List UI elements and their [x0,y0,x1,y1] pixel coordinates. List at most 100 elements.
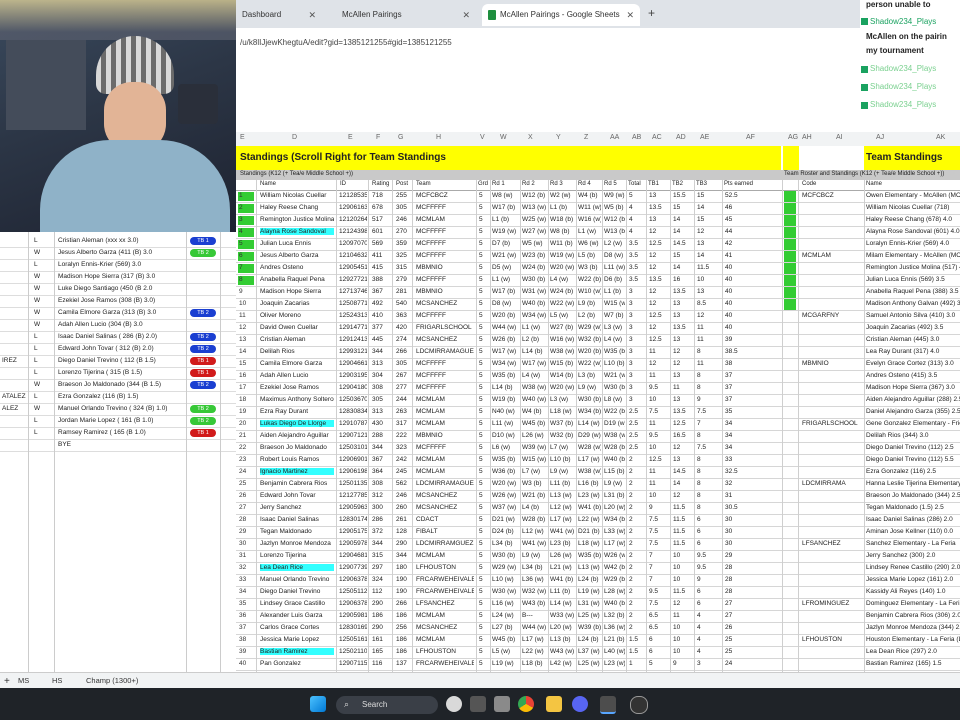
cell-tot[interactable]: 2 [629,588,645,595]
cell-t1[interactable]: 12 [649,264,669,271]
cell-team[interactable]: MCMLAM [416,408,474,415]
cell-n[interactable]: 25 [239,480,255,487]
cell-t1[interactable]: 12 [649,228,669,235]
cell-t2[interactable]: 10 [673,648,693,655]
cell-tot[interactable]: 2 [629,540,645,547]
cell-team[interactable]: FIBALT [416,528,474,535]
cell-team[interactable]: MCFFFFF [416,384,474,391]
cell-r2[interactable]: L7 (w) [522,468,547,475]
cell-n[interactable]: 35 [239,600,255,607]
cell-ps[interactable]: 359 [396,240,410,247]
cell-name[interactable]: Pan Gonzalez [260,660,334,667]
cell-t2[interactable]: 13.5 [673,288,693,295]
cell-r1[interactable]: W19 (b) [492,396,519,403]
cell-t1[interactable]: 7.5 [649,516,669,523]
list-item[interactable]: L Jordan Marie Lopez ( 161 (B 1.0) TB 2 [0,416,236,428]
cell-g[interactable]: 5 [479,360,489,367]
cell-tot[interactable]: 2 [629,468,645,475]
cell-rt[interactable]: 678 [372,204,390,211]
cell-pt[interactable]: 37 [725,396,780,403]
cell-n[interactable]: 33 [239,576,255,583]
cell-r4[interactable]: W6 (w) [578,240,601,247]
cell-t2[interactable]: 10 [673,552,693,559]
cell-id[interactable]: 12912413 [339,336,367,343]
column-letter[interactable]: AG [788,134,798,141]
cell-name[interactable]: Ignacio Martinez [260,468,334,475]
cell-name[interactable]: Cristian Aleman [260,336,334,343]
column-letter[interactable]: Z [584,134,588,141]
cell-t3[interactable]: 7.5 [697,444,721,451]
cell-tn[interactable]: Joaquin Zacarias (492) 3.5 [866,324,960,331]
cell-code[interactable]: MCGARFNY [802,312,862,319]
table-row[interactable]: 1 William Nicolas Cuellar 12128535 718 255 MC… [236,191,960,203]
cell-t3[interactable]: 7.5 [697,408,721,415]
list-item[interactable]: W Madison Hope Sierra (317 (B) 3.0 [0,272,236,284]
cell-pt[interactable]: 45 [725,216,780,223]
column-letter[interactable]: G [398,134,403,141]
cell-code[interactable]: MCFCBCZ [802,192,862,199]
cell-r1[interactable]: W26 (w) [492,492,519,499]
cell-t2[interactable]: 14.5 [673,240,693,247]
cell-r1[interactable]: W45 (b) [492,636,519,643]
cell-rt[interactable]: 569 [372,240,390,247]
cell-r1[interactable]: W34 (w) [492,360,519,367]
cell-pt[interactable]: 31 [725,492,780,499]
cell-r4[interactable]: W22 (b) [578,276,601,283]
cell-t3[interactable]: 4 [697,624,721,631]
cell-t1[interactable]: 10 [649,492,669,499]
cell-g[interactable]: 5 [479,480,489,487]
cell-rt[interactable]: 364 [372,468,390,475]
column-letter[interactable]: AC [652,134,662,141]
cell-rt[interactable]: 324 [372,576,390,583]
cell-r2[interactable]: W12 (b) [522,192,547,199]
table-row[interactable]: 19 Ezra Ray Durant 12830834 313 263 MCMLAM 5 N4… [236,407,960,419]
cell-r4[interactable]: W11 (w) [578,204,601,211]
cell-name[interactable]: Lea Dean Rice [260,564,334,571]
cell-tot[interactable]: 2.5 [629,432,645,439]
cell-name[interactable]: Ezekiel Jose Ramos [260,384,334,391]
cell-r4[interactable]: L2 (b) [578,312,601,319]
cell-t3[interactable]: 8 [697,504,721,511]
cell-t2[interactable]: 12 [673,600,693,607]
cell-rt[interactable]: 313 [372,360,390,367]
cell-t3[interactable]: 6 [697,600,721,607]
cell-id[interactable]: 12910787 [339,420,367,427]
cell-tn[interactable]: Lea Ray Durant (317) 4.0 [866,348,960,355]
cell-r3[interactable]: L14 (w) [550,600,575,607]
cell-pt[interactable]: 28 [725,576,780,583]
cell-r1[interactable]: W17 (b) [492,204,519,211]
cell-r3[interactable]: L11 (b) [550,588,575,595]
cell-name[interactable]: Delilah Rios [260,348,334,355]
cell-team[interactable]: MCMLAM [416,552,474,559]
cell-r2[interactable]: W39 (w) [522,444,547,451]
cell-tn[interactable]: Lea Dean Rice (297) 2.0 [866,648,960,655]
cell-g[interactable]: 5 [479,552,489,559]
cell-pt[interactable]: 46 [725,204,780,211]
cell-tn[interactable]: Lindsey Renee Castillo (290) 2.0 [866,564,960,571]
cell-id[interactable]: 12905451 [339,264,367,271]
cell-team[interactable]: FRCARWEHEIVALEX [416,660,474,667]
cell-r5[interactable]: L28 (w) [604,588,625,595]
cell-g[interactable]: 5 [479,204,489,211]
cell-n[interactable]: 13 [239,336,255,343]
cell-id[interactable]: 12993121 [339,348,367,355]
cell-team[interactable]: MCFFFFF [416,444,474,451]
cell-t3[interactable]: 12 [697,228,721,235]
table-row[interactable]: 8 Anabella Raquel Pena 12927721 388 279 MCFFF… [236,275,960,287]
cell-team[interactable]: MCSANCHEZ [416,300,474,307]
cell-name[interactable]: Remington Justice Molina [260,216,334,223]
cell-t1[interactable]: 7.5 [649,408,669,415]
cell-id[interactable]: 12907739 [339,564,367,571]
cell-r5[interactable]: L23 (w) [604,660,625,667]
cell-t2[interactable]: 13.5 [673,324,693,331]
table-row[interactable]: 36 Alexander Luis Garza 12905981 186 186 MCML… [236,611,960,623]
cell-name[interactable]: Braeson Jo Maldonado [260,444,334,451]
cell-g[interactable]: 5 [479,492,489,499]
cell-r5[interactable]: W35 (b) [604,348,625,355]
cell-t3[interactable]: 11 [697,360,721,367]
cell-r3[interactable]: W15 (b) [550,360,575,367]
cell-pt[interactable]: 33 [725,456,780,463]
cell-r5[interactable]: W29 (b) [604,576,625,583]
sheet-tab-champ[interactable]: Champ (1300+) [86,676,138,685]
cell-g[interactable]: 5 [479,420,489,427]
